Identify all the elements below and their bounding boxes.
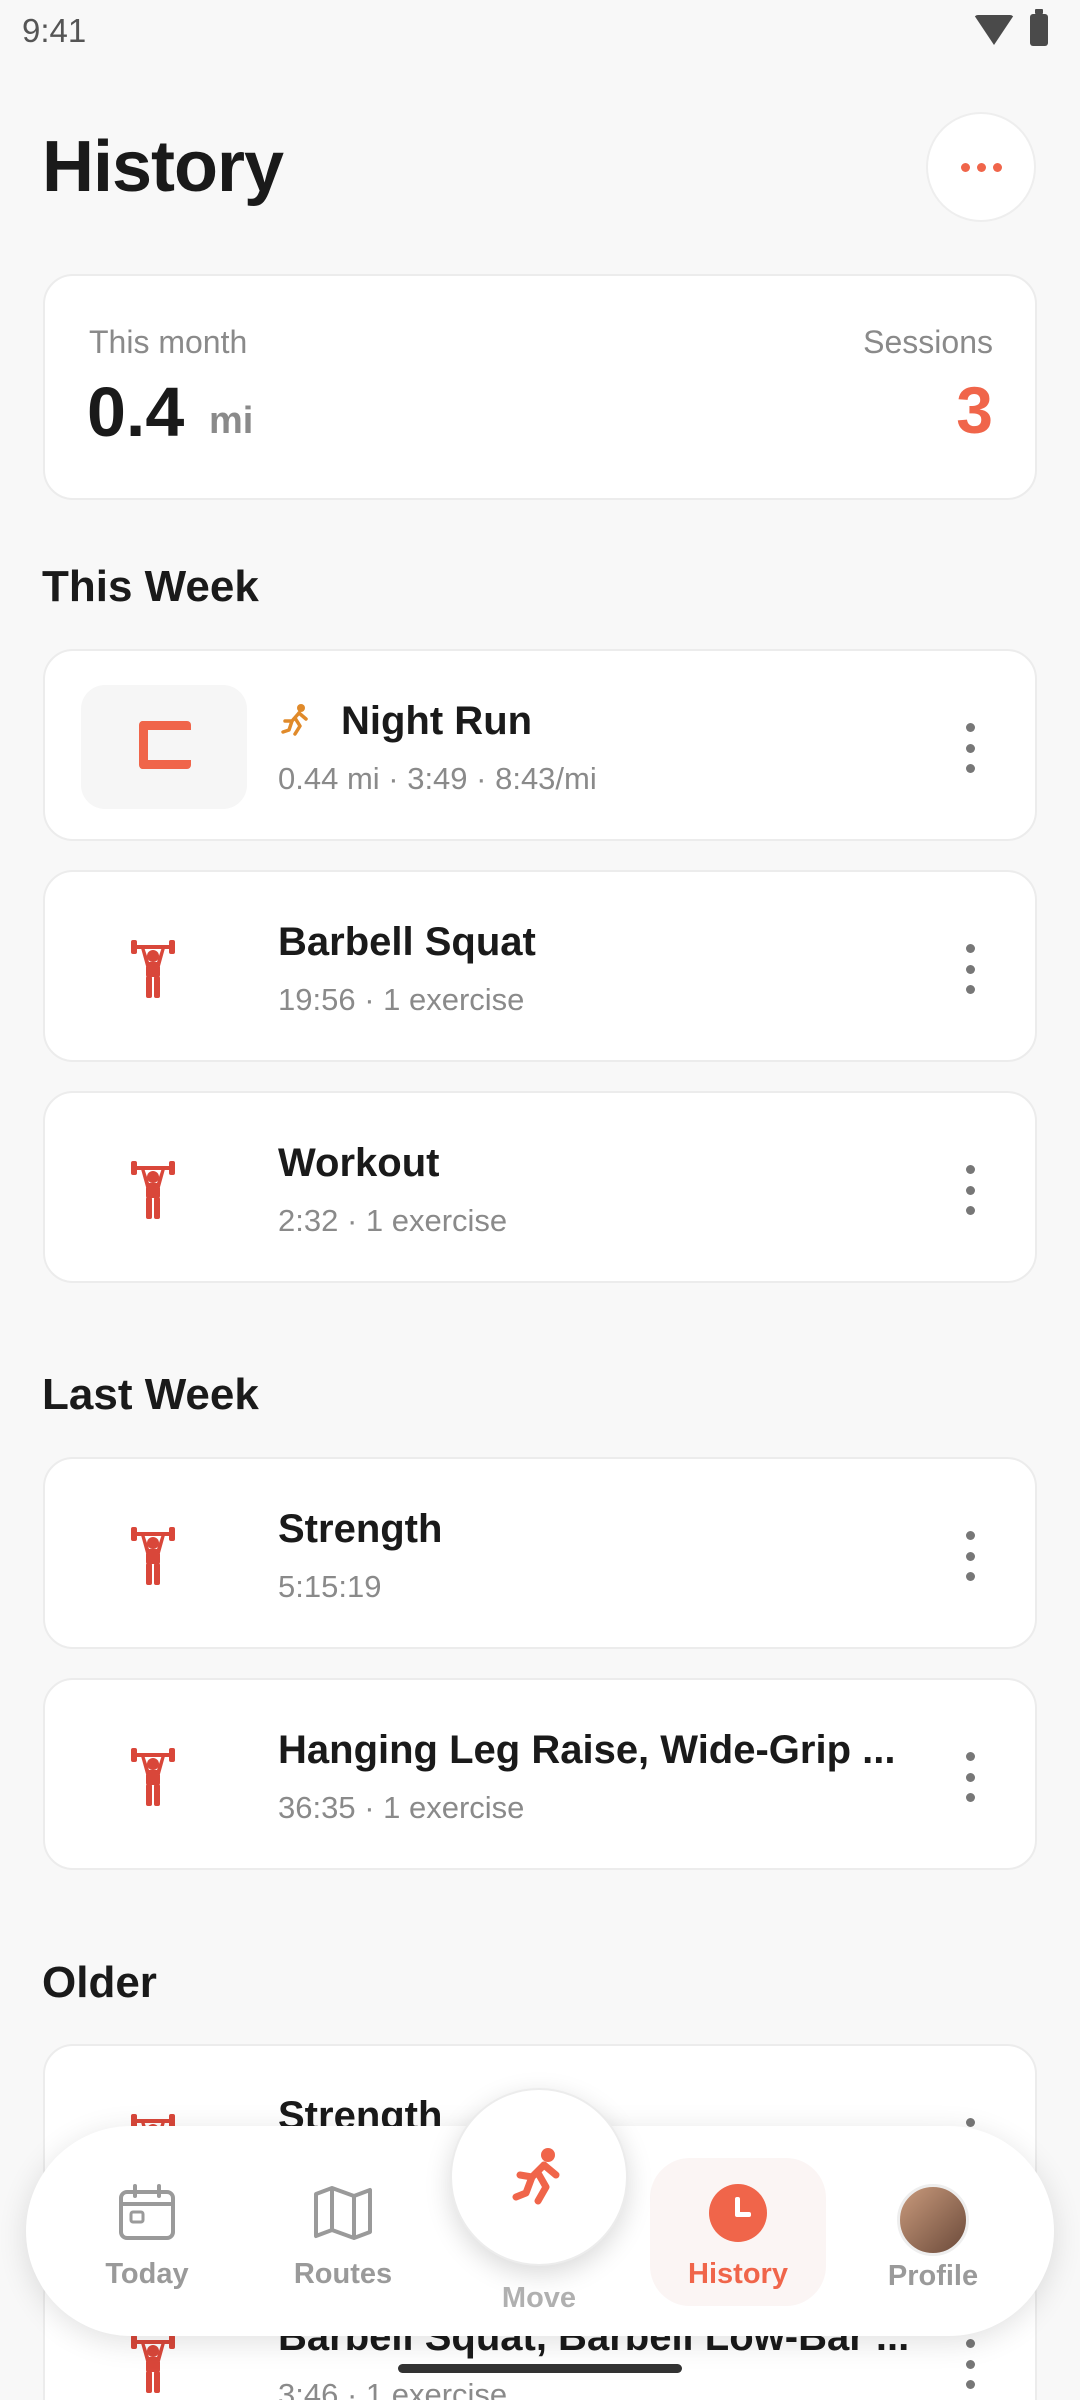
nav-label-profile: Profile [887,2260,979,2292]
more-dot-icon [992,162,1002,172]
nav-tab-today[interactable]: Today [72,2184,222,2291]
activity-menu-button[interactable] [963,944,977,994]
activity-subtitle: 19:56 · 1 exercise [278,982,525,1017]
activity-title: Hanging Leg Raise, Wide-Grip ... [278,1728,896,1772]
activity-title: Workout [278,1141,440,1185]
nav-label-move: Move [501,2282,577,2314]
weightlifter-icon [103,926,203,1010]
battery-icon [1030,9,1048,46]
activity-card-strength[interactable]: Strength 5:15:19 [43,1457,1037,1649]
nav-label-today: Today [105,2258,189,2290]
avatar [897,2184,969,2256]
activity-subtitle: 5:15:19 [278,1569,382,1604]
home-indicator[interactable] [398,2364,682,2373]
route-thumbnail [81,685,247,809]
distance-unit: mi [209,400,254,442]
month-label: This month [89,324,248,360]
status-icons [974,9,1048,46]
activity-title: Night Run [341,699,533,743]
running-icon [281,703,311,742]
activity-title: Strength [278,1507,443,1551]
activity-subtitle: 3:46 · 1 exercise [278,2377,508,2400]
section-last-week: Last Week [42,1370,259,1419]
nav-tab-profile[interactable]: Profile [858,2184,1008,2293]
weightlifter-icon [103,1513,203,1597]
activity-subtitle: 2:32 · 1 exercise [278,1203,508,1238]
move-button[interactable] [450,2088,628,2266]
section-this-week: This Week [42,562,259,611]
clock-icon [709,2184,767,2242]
status-bar: 9:41 [0,0,1080,64]
section-older: Older [42,1958,157,2007]
nav-tab-routes[interactable]: Routes [268,2184,418,2291]
route-shape-icon [139,721,209,769]
activity-menu-button[interactable] [963,2339,977,2389]
sessions-label: Sessions [863,324,993,360]
weightlifter-icon [103,1734,203,1818]
activity-subtitle: 0.44 mi · 3:49 · 8:43/mi [278,761,597,796]
activity-card-workout[interactable]: Workout 2:32 · 1 exercise [43,1091,1037,1283]
wifi-icon [974,15,1014,45]
status-time: 9:41 [22,12,87,49]
page-title: History [42,127,284,207]
activity-menu-button[interactable] [963,1752,977,1802]
activity-card-night-run[interactable]: Night Run 0.44 mi · 3:49 · 8:43/mi [43,649,1037,841]
activity-card-barbell-squat[interactable]: Barbell Squat 19:56 · 1 exercise [43,870,1037,1062]
monthly-summary-card: This month 0.4 mi Sessions 3 [43,274,1037,500]
running-icon [512,2148,560,2205]
nav-tab-history[interactable]: History [663,2184,813,2291]
nav-label-history: History [688,2258,788,2290]
month-distance: 0.4 [87,373,185,451]
sessions-count: 3 [956,373,993,447]
map-icon [314,2186,372,2240]
more-dot-icon [960,162,970,172]
calendar-icon [119,2184,175,2240]
nav-label-routes: Routes [293,2258,393,2290]
activity-menu-button[interactable] [963,1165,977,1215]
weightlifter-icon [103,1147,203,1231]
activity-menu-button[interactable] [963,1531,977,1581]
activity-subtitle: 36:35 · 1 exercise [278,1790,525,1825]
activity-menu-button[interactable] [963,723,977,773]
activity-title: Barbell Squat [278,920,536,964]
more-options-button[interactable] [926,112,1036,222]
more-dot-icon [976,162,986,172]
activity-card-hanging-leg-raise[interactable]: Hanging Leg Raise, Wide-Grip ... 36:35 ·… [43,1678,1037,1870]
